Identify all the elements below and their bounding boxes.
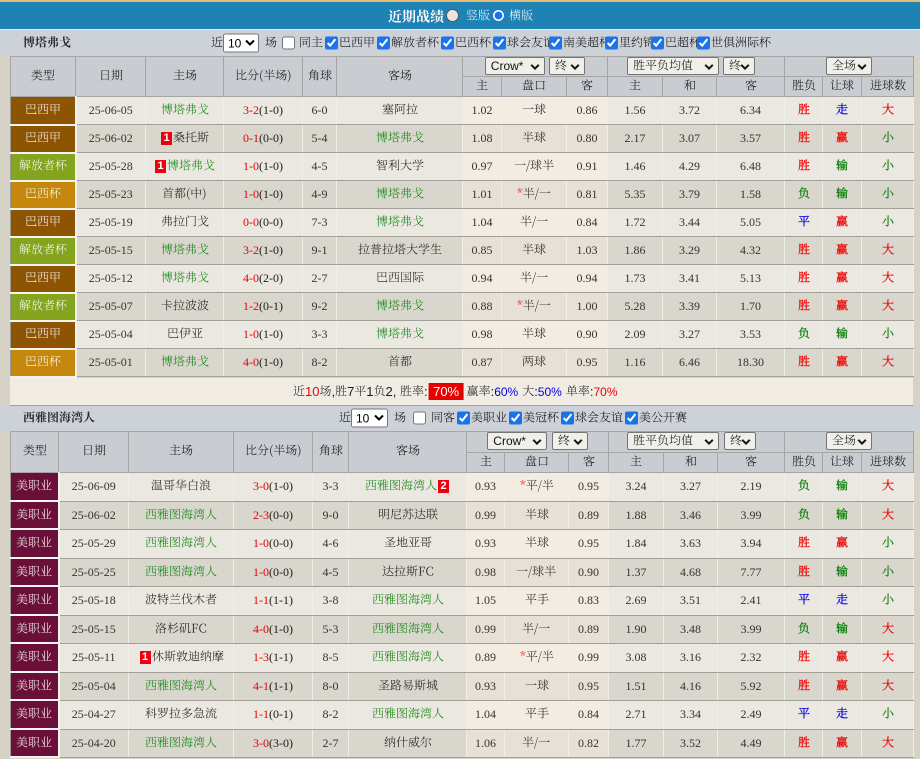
svg-text:70%: 70%	[594, 385, 618, 399]
svg-text:10: 10	[305, 384, 319, 399]
svg-text:,: ,	[332, 384, 336, 399]
svg-text:7: 7	[347, 384, 354, 399]
svg-text::: :	[424, 384, 428, 399]
svg-text:70%: 70%	[433, 384, 459, 399]
svg-text:1: 1	[366, 384, 373, 399]
svg-text:60%: 60%	[494, 385, 518, 399]
svg-text:50%: 50%	[538, 385, 562, 399]
svg-text:2,: 2,	[386, 384, 397, 399]
